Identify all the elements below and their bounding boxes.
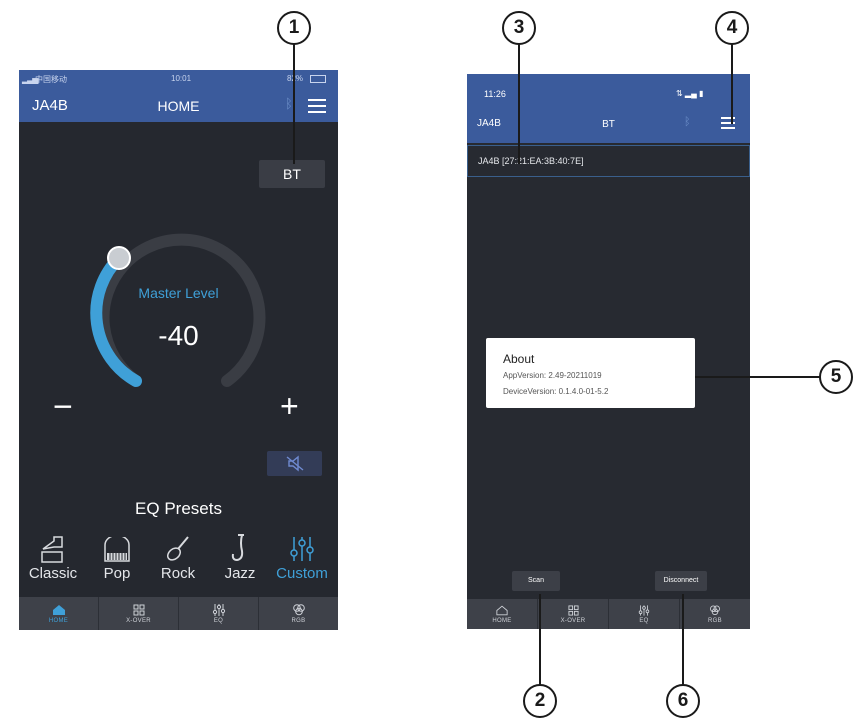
grid-icon: [567, 604, 579, 616]
home-screen: ▂▃▅ 中国移动 10:01 82% JA4B HOME ᛒ BT Master…: [19, 70, 338, 630]
callout-5: 5: [819, 360, 853, 394]
tab-rgb[interactable]: RGB: [680, 599, 750, 629]
device-list-item[interactable]: JA4B [27:21:EA:3B:40:7E]: [467, 145, 750, 177]
battery-icon: [310, 75, 326, 83]
about-dialog: About AppVersion: 2.49-20211019 DeviceVe…: [486, 338, 695, 408]
mute-icon: [286, 455, 304, 472]
mute-button[interactable]: [267, 451, 322, 476]
callout-1-leader: [293, 44, 295, 164]
master-level-dial[interactable]: [79, 232, 279, 402]
preset-jazz[interactable]: Jazz: [210, 533, 270, 582]
bluetooth-icon: ᛒ: [285, 96, 293, 111]
volume-up-button[interactable]: +: [280, 388, 299, 425]
callout-2-leader: [539, 594, 541, 686]
tab-eq[interactable]: EQ: [179, 597, 259, 630]
home-icon: [52, 604, 65, 615]
equalizer-icon: [212, 603, 225, 616]
preset-label: Custom: [276, 565, 328, 582]
equalizer-icon: [638, 604, 650, 616]
tab-home[interactable]: HOME: [19, 597, 99, 630]
preset-label: Pop: [103, 565, 131, 582]
preset-rock[interactable]: Rock: [148, 533, 208, 582]
status-bar: 11:26 ⇅ ▂▄ ▮: [467, 74, 750, 104]
signal-icon: ⇅ ▂▄ ▮: [676, 89, 704, 98]
device-entry-label: JA4B [27:21:EA:3B:40:7E]: [478, 156, 584, 166]
app-bar: JA4B HOME ᛒ: [19, 88, 338, 122]
home-icon: [496, 605, 508, 615]
callout-4: 4: [715, 11, 749, 45]
callout-6-leader: [682, 594, 684, 686]
status-bar: ▂▃▅ 中国移动 10:01 82%: [19, 70, 338, 88]
preset-label: Classic: [28, 565, 78, 582]
saxophone-icon: [231, 534, 244, 562]
preset-classic[interactable]: Classic: [23, 533, 83, 582]
about-title: About: [503, 352, 535, 366]
battery-level: 82%: [287, 74, 304, 83]
device-version: DeviceVersion: 0.1.4.0-01-5.2: [503, 387, 609, 396]
grid-icon: [133, 604, 144, 615]
tab-home[interactable]: HOME: [467, 599, 538, 629]
bt-button[interactable]: BT: [259, 160, 325, 188]
callout-2: 2: [523, 684, 557, 718]
callout-3-leader: [518, 44, 520, 164]
rgb-icon: [710, 605, 720, 615]
callout-1: 1: [277, 11, 311, 45]
app-bar: JA4B BT ᛒ: [467, 104, 750, 143]
tab-eq[interactable]: EQ: [609, 599, 680, 629]
guitar-icon: [166, 536, 189, 561]
status-time: 10:01: [171, 74, 192, 83]
callout-3: 3: [502, 11, 536, 45]
bottom-nav: HOME X-OVER EQ RGB: [467, 599, 750, 629]
status-time: 11:26: [484, 89, 506, 99]
bt-screen: 11:26 ⇅ ▂▄ ▮ JA4B BT ᛒ JA4B [27:21:EA:3B…: [467, 74, 750, 629]
scan-button[interactable]: Scan: [512, 571, 560, 591]
disconnect-button[interactable]: Disconnect: [655, 571, 707, 591]
piano-icon: [104, 537, 130, 562]
callout-5-leader: [695, 376, 820, 378]
callout-6: 6: [666, 684, 700, 718]
eq-presets-title: EQ Presets: [135, 499, 222, 518]
preset-pop[interactable]: Pop: [87, 533, 147, 582]
preset-label: Rock: [160, 565, 196, 582]
menu-icon[interactable]: [308, 99, 326, 113]
volume-down-button[interactable]: −: [53, 388, 73, 427]
bluetooth-icon: ᛒ: [684, 116, 691, 128]
tab-x-over[interactable]: X-OVER: [538, 599, 609, 629]
sliders-icon: [290, 537, 314, 561]
dial-knob: [107, 246, 131, 270]
callout-4-leader: [731, 44, 733, 124]
gramophone-icon: [41, 536, 63, 563]
app-version: AppVersion: 2.49-20211019: [503, 371, 602, 380]
tab-rgb[interactable]: RGB: [259, 597, 338, 630]
carrier-label: 中国移动: [35, 75, 67, 84]
bottom-nav: HOME X-OVER EQ RGB: [19, 597, 338, 630]
rgb-icon: [292, 603, 305, 615]
master-level-value: -40: [158, 320, 199, 351]
preset-label: Jazz: [224, 565, 256, 582]
tab-x-over[interactable]: X-OVER: [99, 597, 179, 630]
screen-title: BT: [602, 119, 615, 130]
master-level-label: Master Level: [138, 285, 219, 301]
preset-custom[interactable]: Custom: [272, 533, 332, 582]
